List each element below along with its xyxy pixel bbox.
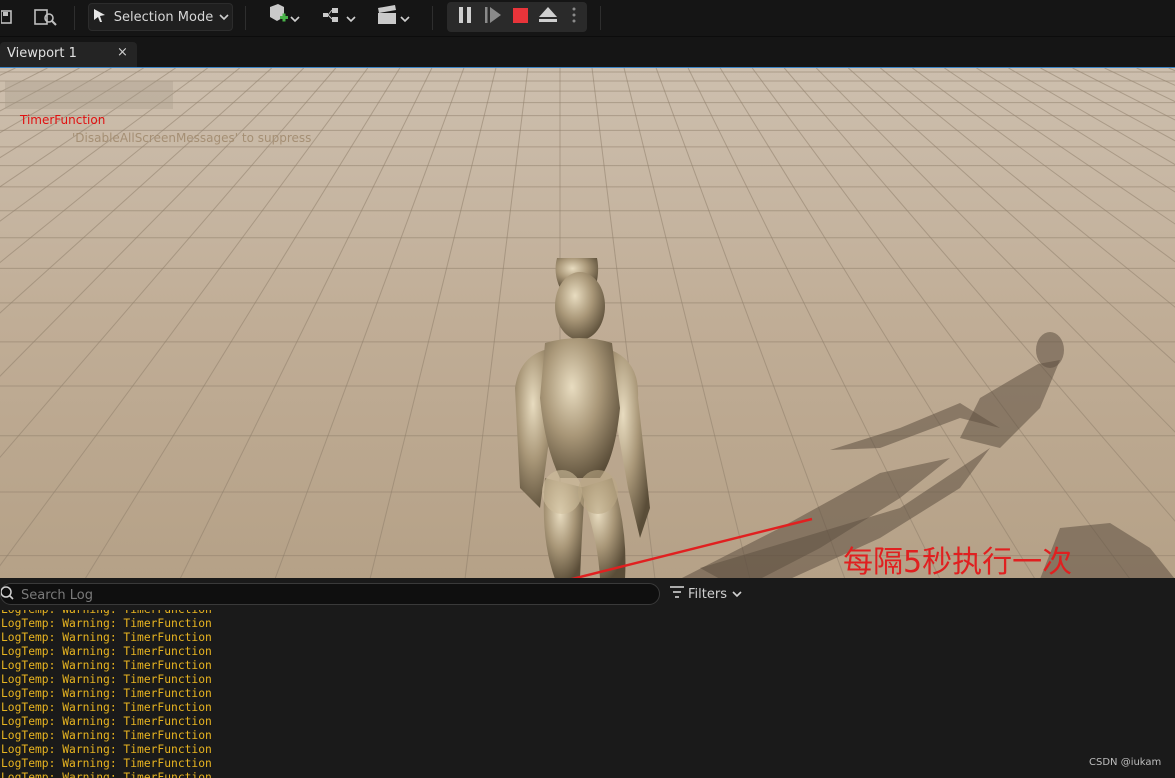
toolbar-divider — [600, 6, 601, 30]
log-line: LogTemp: Warning: TimerFunction — [1, 617, 212, 630]
frame-skip-button[interactable] — [481, 3, 505, 31]
filters-button[interactable]: Filters — [670, 584, 742, 604]
filters-label: Filters — [688, 586, 727, 602]
main-toolbar: Selection Mode — [0, 0, 1175, 37]
annotation-text: 每隔5秒执行一次 — [843, 545, 1073, 580]
level-viewport[interactable]: TimerFunction 'DisableAllScreenMessages'… — [0, 67, 1175, 578]
add-actor-icon — [266, 4, 290, 30]
log-line: LogTemp: Warning: TimerFunction — [1, 743, 212, 756]
cinematics-icon — [376, 5, 400, 29]
frame-skip-icon — [484, 7, 502, 27]
blueprint-button[interactable] — [318, 3, 360, 31]
onscreen-hint: 'DisableAllScreenMessages' to suppress — [72, 131, 312, 145]
chevron-down-icon — [400, 8, 410, 27]
debug-overlay — [5, 81, 173, 109]
output-log-panel[interactable]: LogTemp: Warning: TimerFunction LogTemp: … — [0, 610, 1175, 778]
log-line: LogTemp: Warning: TimerFunction — [1, 659, 212, 672]
pause-button[interactable] — [453, 3, 477, 31]
tab-bar: Viewport 1 × — [0, 37, 1175, 67]
selection-mode-label: Selection Mode — [113, 9, 214, 25]
selection-mode-icon — [92, 7, 108, 27]
log-line: LogTemp: Warning: TimerFunction — [1, 645, 212, 658]
output-log-toolbar: Filters — [0, 578, 1175, 610]
more-options-button[interactable] — [564, 3, 584, 31]
log-line: LogTemp: Warning: TimerFunction — [1, 610, 212, 616]
eject-icon — [539, 7, 557, 27]
log-line: LogTemp: Warning: TimerFunction — [1, 631, 212, 644]
log-line: LogTemp: Warning: TimerFunction — [1, 729, 212, 742]
selection-mode-dropdown[interactable]: Selection Mode — [88, 3, 233, 31]
tab-label: Viewport 1 — [7, 46, 77, 61]
onscreen-message: TimerFunction — [20, 113, 106, 127]
browse-icon[interactable] — [33, 3, 59, 31]
cinematics-button[interactable] — [372, 3, 414, 31]
stop-button[interactable] — [508, 3, 532, 31]
save-icon[interactable] — [0, 3, 14, 31]
add-actor-button[interactable] — [262, 3, 304, 31]
chevron-down-icon — [290, 8, 300, 27]
stop-icon — [512, 7, 528, 27]
blueprint-icon — [322, 6, 346, 28]
play-controls — [447, 2, 587, 32]
eject-button[interactable] — [536, 3, 560, 31]
chevron-down-icon — [346, 8, 356, 27]
close-icon[interactable]: × — [117, 45, 128, 60]
log-line: LogTemp: Warning: TimerFunction — [1, 757, 212, 770]
log-line: LogTemp: Warning: TimerFunction — [1, 771, 212, 778]
log-line: LogTemp: Warning: TimerFunction — [1, 701, 212, 714]
chevron-down-icon — [732, 587, 742, 602]
toolbar-divider — [432, 6, 433, 30]
more-options-icon — [572, 7, 576, 27]
filter-icon — [670, 586, 684, 602]
log-line: LogTemp: Warning: TimerFunction — [1, 715, 212, 728]
toolbar-divider — [74, 6, 75, 30]
chevron-down-icon — [219, 10, 229, 25]
search-input[interactable] — [19, 585, 643, 605]
pause-icon — [458, 7, 472, 27]
tab-viewport-1[interactable]: Viewport 1 × — [0, 42, 137, 67]
log-line: LogTemp: Warning: TimerFunction — [1, 673, 212, 686]
watermark: CSDN @iukam — [1089, 757, 1162, 768]
search-log-field[interactable] — [0, 583, 660, 605]
toolbar-divider — [245, 6, 246, 30]
search-icon — [0, 585, 15, 605]
log-line: LogTemp: Warning: TimerFunction — [1, 687, 212, 700]
